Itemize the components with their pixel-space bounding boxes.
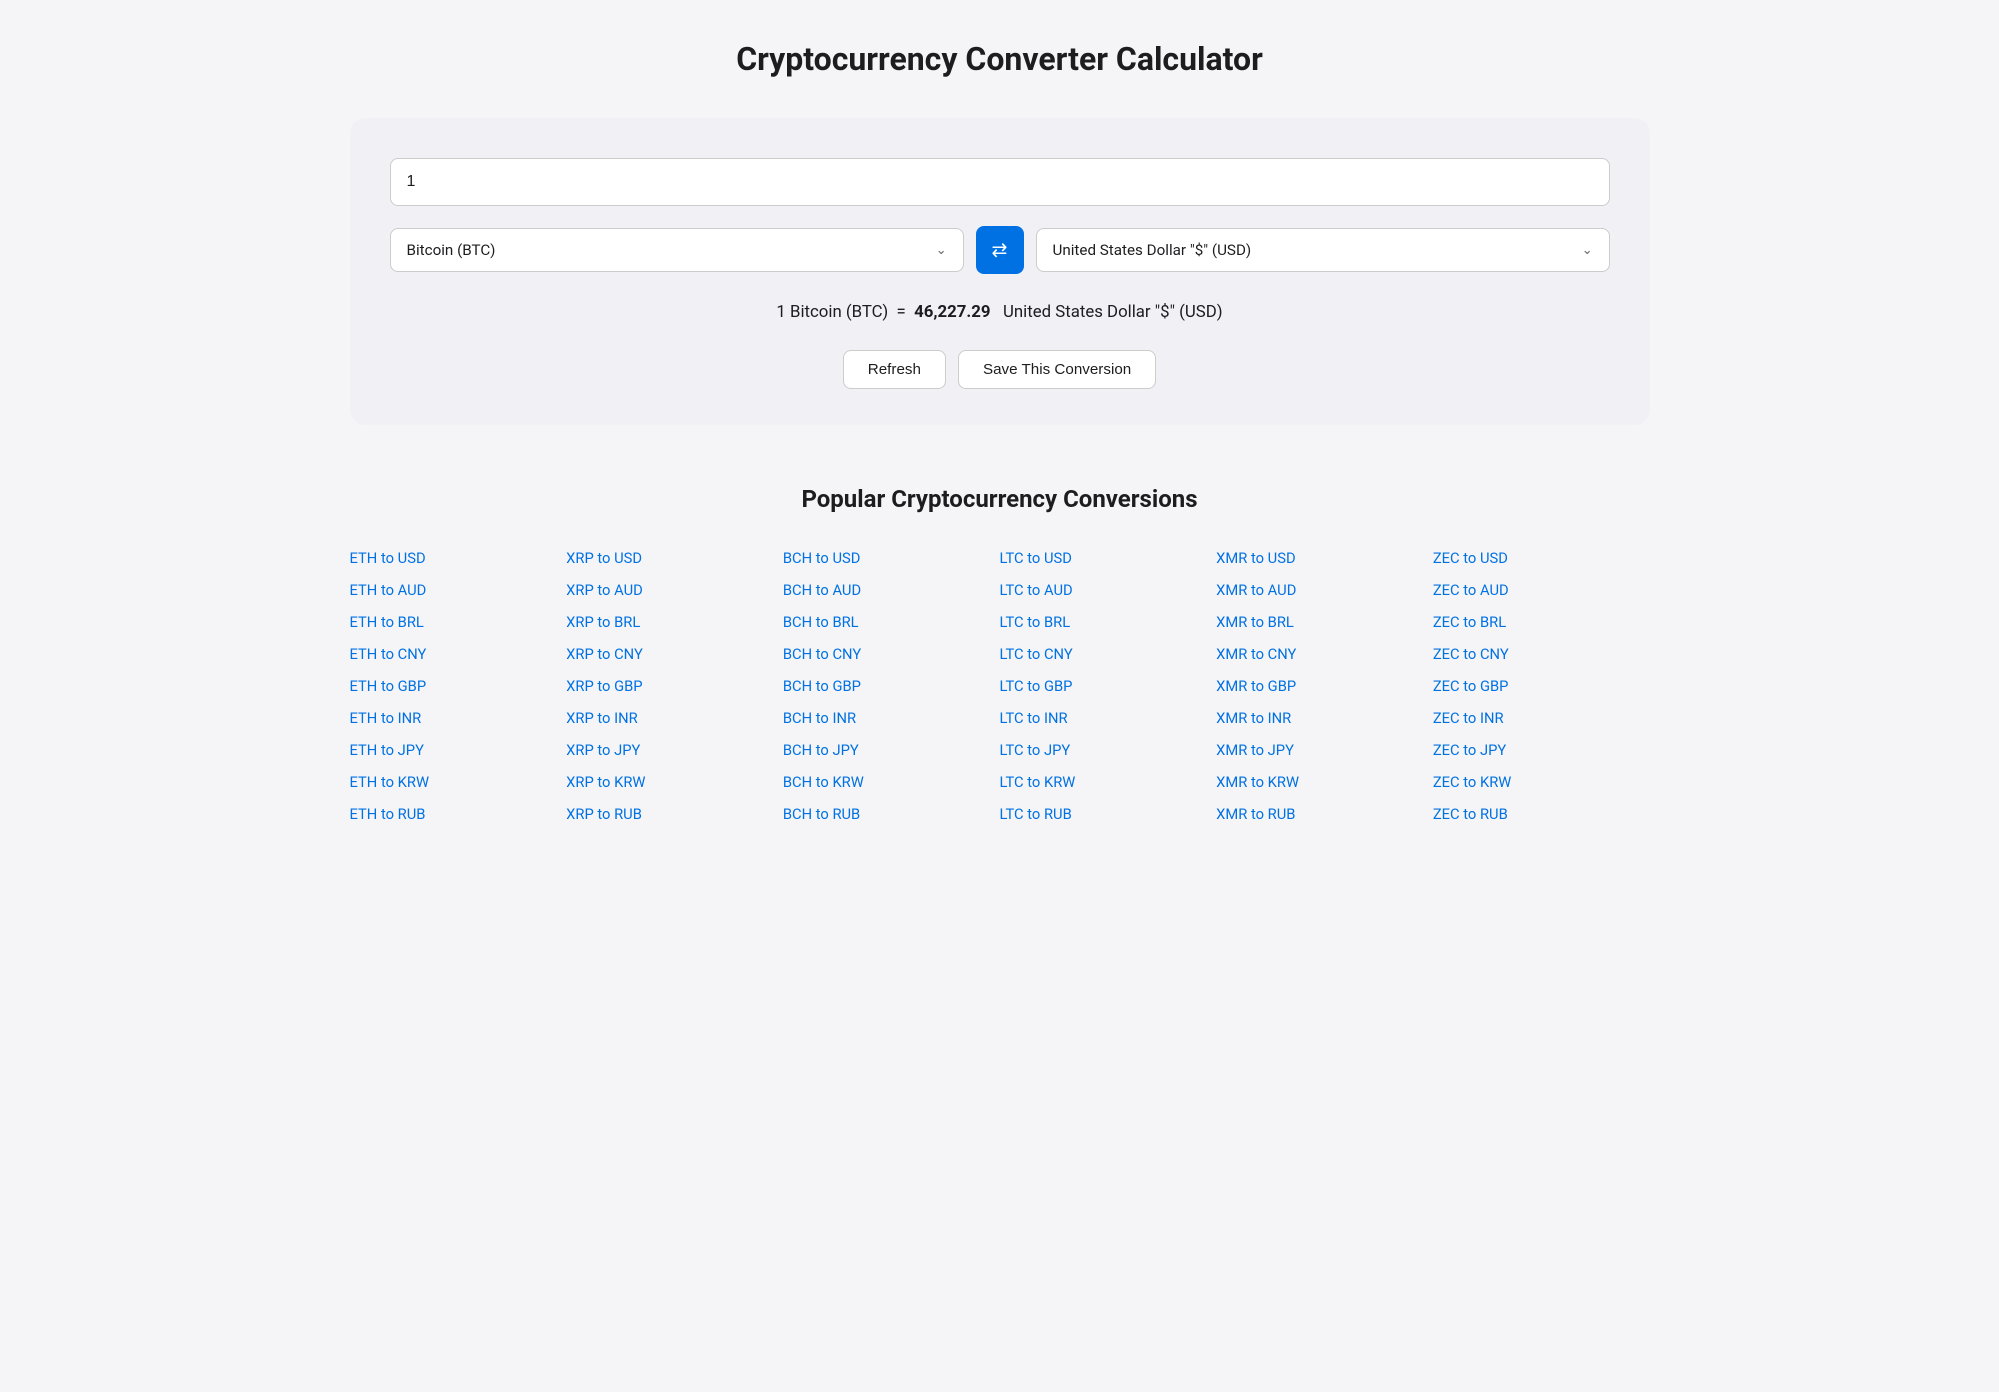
list-item[interactable]: XMR to AUD [1216,581,1433,599]
list-item[interactable]: ETH to BRL [350,613,567,631]
result-amount: 46,227.29 [914,302,990,322]
from-currency-selector[interactable]: Bitcoin (BTC) ⌄ [390,228,964,272]
list-item[interactable]: ZEC to RUB [1433,805,1650,823]
list-item[interactable]: XRP to USD [566,549,783,567]
list-item[interactable]: XRP to AUD [566,581,783,599]
list-item[interactable]: ZEC to CNY [1433,645,1650,663]
list-item[interactable]: ETH to JPY [350,741,567,759]
list-item[interactable]: XMR to RUB [1216,805,1433,823]
result-equals: = [892,302,914,322]
list-item[interactable]: XRP to INR [566,709,783,727]
to-currency-selector[interactable]: United States Dollar "$" (USD) ⌄ [1036,228,1610,272]
list-item[interactable]: LTC to JPY [1000,741,1217,759]
list-item[interactable]: ZEC to JPY [1433,741,1650,759]
from-chevron-icon: ⌄ [936,243,947,258]
popular-title: Popular Cryptocurrency Conversions [350,485,1650,513]
list-item[interactable]: BCH to INR [783,709,1000,727]
list-item[interactable]: ZEC to USD [1433,549,1650,567]
currency-row: Bitcoin (BTC) ⌄ ⇄ United States Dollar "… [390,226,1610,274]
list-item[interactable]: LTC to AUD [1000,581,1217,599]
list-item[interactable]: LTC to KRW [1000,773,1217,791]
list-item[interactable]: XRP to BRL [566,613,783,631]
list-item[interactable]: XRP to CNY [566,645,783,663]
swap-icon: ⇄ [991,238,1007,262]
save-conversion-button[interactable]: Save This Conversion [958,350,1156,389]
list-item[interactable]: ETH to INR [350,709,567,727]
list-item[interactable]: LTC to INR [1000,709,1217,727]
list-item[interactable]: XMR to USD [1216,549,1433,567]
list-item[interactable]: XMR to KRW [1216,773,1433,791]
amount-input[interactable] [390,158,1610,206]
list-item[interactable]: XMR to GBP [1216,677,1433,695]
list-item[interactable]: ETH to GBP [350,677,567,695]
list-item[interactable]: ETH to CNY [350,645,567,663]
list-item[interactable]: LTC to GBP [1000,677,1217,695]
list-item[interactable]: ETH to RUB [350,805,567,823]
list-item[interactable]: ETH to AUD [350,581,567,599]
list-item[interactable]: XRP to JPY [566,741,783,759]
converter-card: Bitcoin (BTC) ⌄ ⇄ United States Dollar "… [350,118,1650,425]
from-currency-text: Bitcoin (BTC) [407,241,928,259]
page-title: Cryptocurrency Converter Calculator [350,40,1650,78]
result-suffix-text: United States Dollar "$" (USD) [1003,302,1223,322]
to-chevron-icon: ⌄ [1582,243,1593,258]
action-buttons: Refresh Save This Conversion [390,350,1610,389]
list-item[interactable]: BCH to AUD [783,581,1000,599]
list-item[interactable]: BCH to USD [783,549,1000,567]
list-item[interactable]: ZEC to KRW [1433,773,1650,791]
list-item[interactable]: LTC to USD [1000,549,1217,567]
list-item[interactable]: BCH to KRW [783,773,1000,791]
result-prefix: 1 Bitcoin (BTC) [776,302,888,322]
result-suffix [995,302,999,322]
list-item[interactable]: BCH to BRL [783,613,1000,631]
list-item[interactable]: LTC to CNY [1000,645,1217,663]
list-item[interactable]: LTC to RUB [1000,805,1217,823]
list-item[interactable]: XRP to KRW [566,773,783,791]
result-line: 1 Bitcoin (BTC) = 46,227.29 United State… [390,302,1610,322]
list-item[interactable]: ZEC to INR [1433,709,1650,727]
list-item[interactable]: BCH to CNY [783,645,1000,663]
list-item[interactable]: XMR to INR [1216,709,1433,727]
refresh-button[interactable]: Refresh [843,350,946,389]
list-item[interactable]: BCH to JPY [783,741,1000,759]
list-item[interactable]: XMR to CNY [1216,645,1433,663]
popular-section: Popular Cryptocurrency Conversions ETH t… [350,485,1650,823]
list-item[interactable]: ZEC to AUD [1433,581,1650,599]
list-item[interactable]: XMR to BRL [1216,613,1433,631]
page-wrapper: Cryptocurrency Converter Calculator Bitc… [350,40,1650,823]
to-currency-text: United States Dollar "$" (USD) [1053,241,1574,259]
list-item[interactable]: BCH to GBP [783,677,1000,695]
list-item[interactable]: ZEC to GBP [1433,677,1650,695]
list-item[interactable]: XMR to JPY [1216,741,1433,759]
list-item[interactable]: XRP to GBP [566,677,783,695]
swap-button[interactable]: ⇄ [976,226,1024,274]
list-item[interactable]: ZEC to BRL [1433,613,1650,631]
list-item[interactable]: BCH to RUB [783,805,1000,823]
conversions-grid: ETH to USDXRP to USDBCH to USDLTC to USD… [350,549,1650,823]
list-item[interactable]: XRP to RUB [566,805,783,823]
list-item[interactable]: ETH to KRW [350,773,567,791]
list-item[interactable]: LTC to BRL [1000,613,1217,631]
list-item[interactable]: ETH to USD [350,549,567,567]
